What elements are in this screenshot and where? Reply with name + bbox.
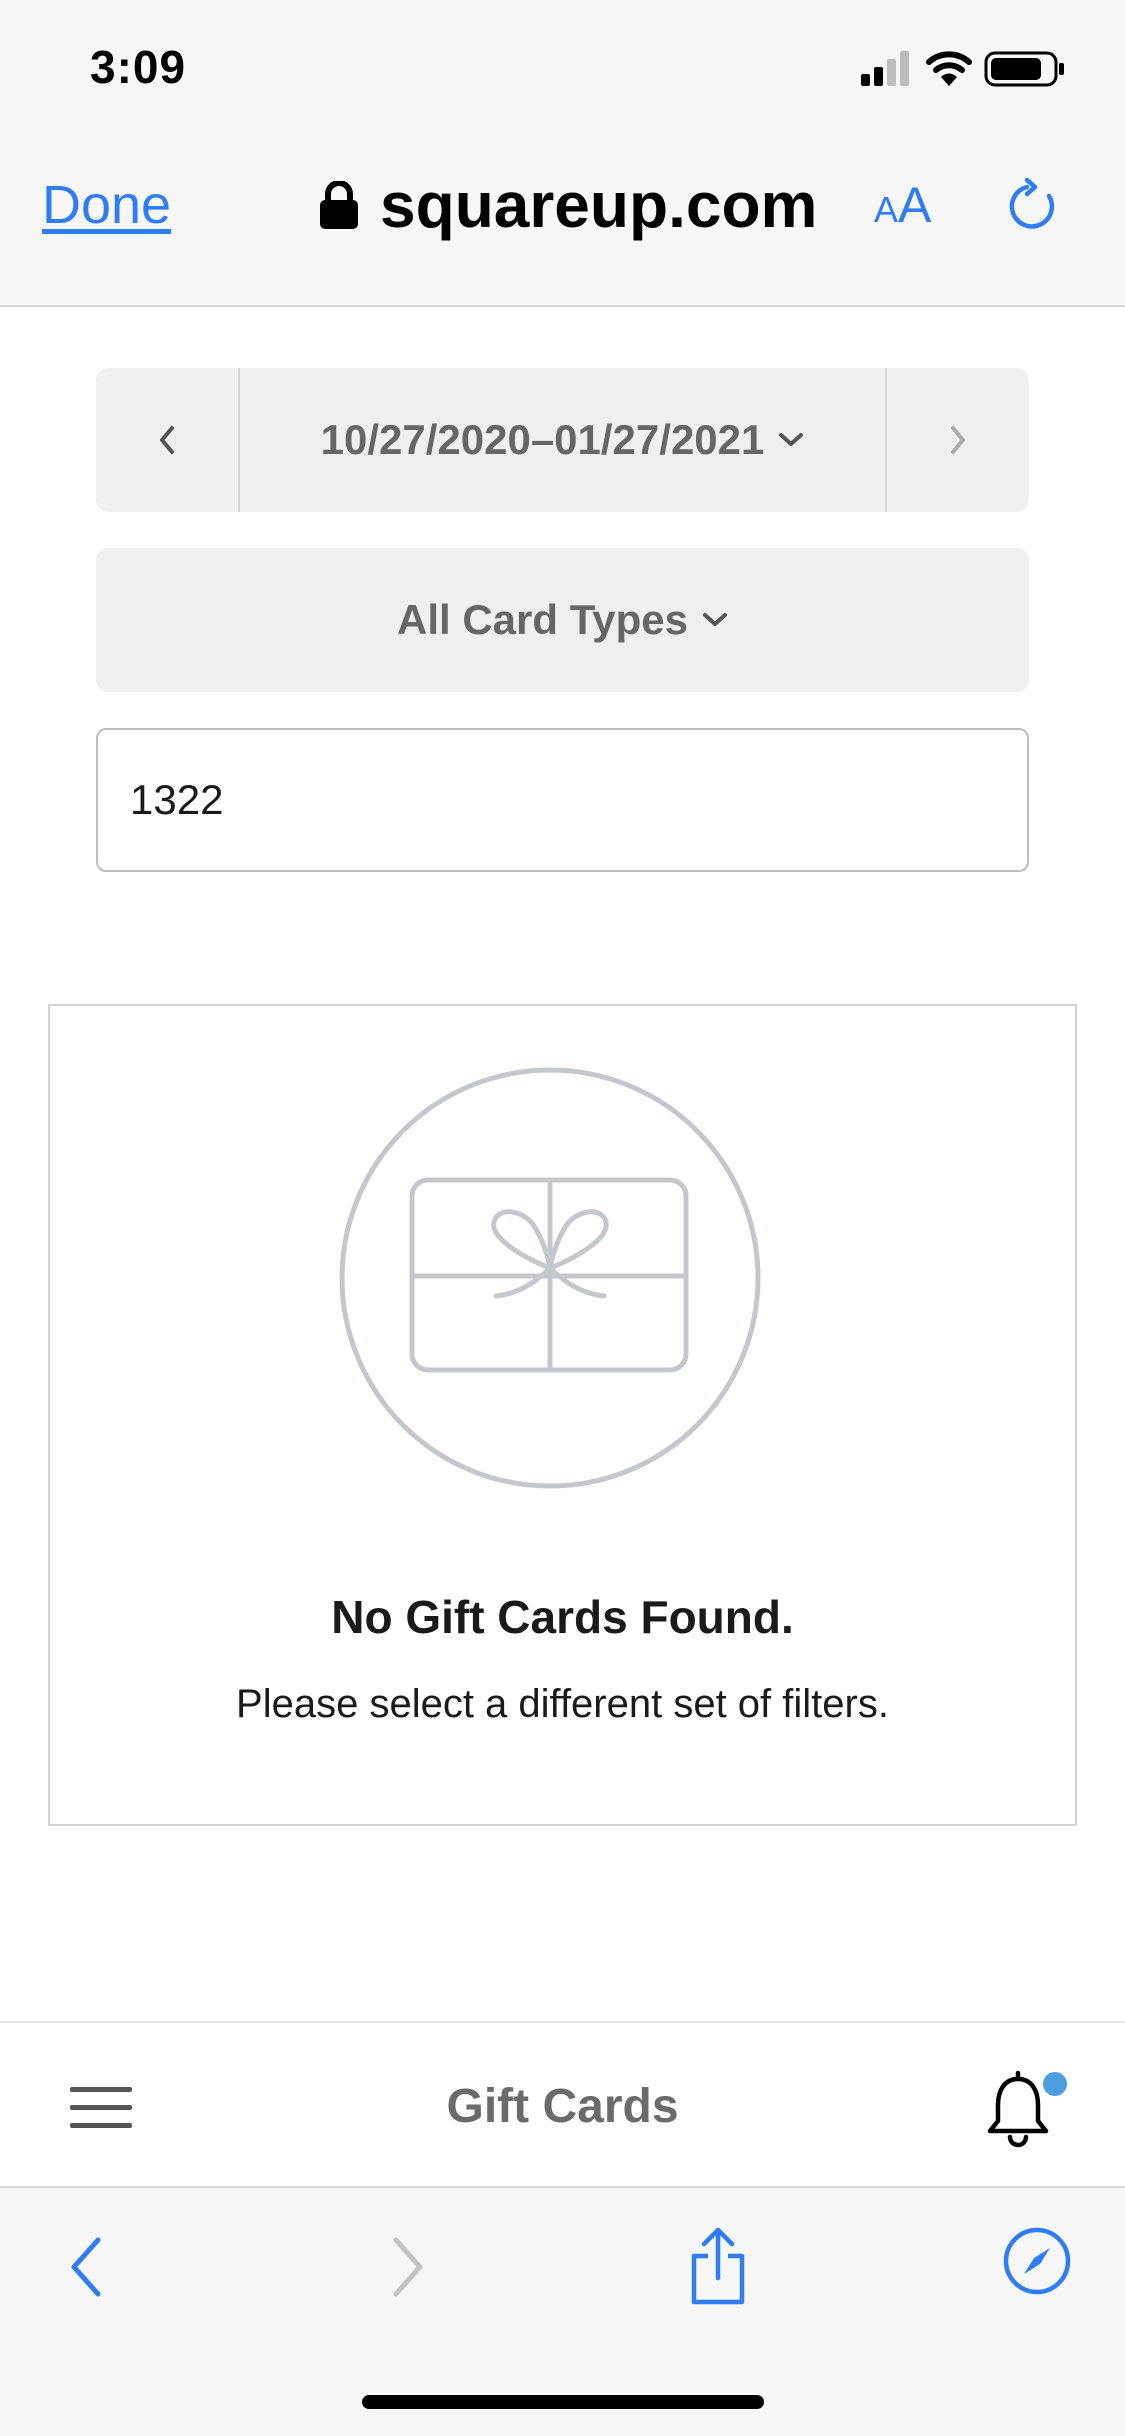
notifications-button[interactable] <box>986 2070 1050 2154</box>
back-arrow-icon <box>71 2237 101 2297</box>
back-button[interactable] <box>64 2232 108 2307</box>
text-size-button[interactable]: AA <box>874 180 931 230</box>
chevron-right-icon <box>951 426 965 454</box>
url-text: squareup.com <box>380 169 818 241</box>
browser-address-bar: Done squareup.com AA <box>0 130 1125 307</box>
bookmarks-button[interactable] <box>1002 2226 1072 2301</box>
status-time: 3:09 <box>90 41 187 93</box>
text-size-small-label: A <box>874 189 899 230</box>
empty-state-title: No Gift Cards Found. <box>331 1591 794 1643</box>
date-range-dropdown[interactable]: 10/27/2020–01/27/2021 <box>238 368 887 512</box>
chevron-down-icon <box>779 433 804 446</box>
status-bar: 3:09 <box>0 0 1125 130</box>
next-date-button[interactable] <box>887 368 1029 512</box>
status-icons <box>861 48 1081 88</box>
bell-icon <box>987 2070 1049 2148</box>
app-title: Gift Cards <box>446 2080 679 2133</box>
lock-icon <box>320 181 358 229</box>
date-range-label: 10/27/2020–01/27/2021 <box>320 416 765 463</box>
url-field[interactable]: squareup.com <box>320 169 818 241</box>
done-button[interactable]: Done <box>42 174 171 236</box>
card-types-dropdown[interactable]: All Card Types <box>96 548 1029 692</box>
chevron-down-icon <box>702 613 727 626</box>
reload-button[interactable] <box>1005 177 1061 239</box>
search-field[interactable] <box>96 728 1029 872</box>
empty-state-panel: No Gift Cards Found. Please select a dif… <box>48 1004 1077 1826</box>
text-size-big-label: A <box>898 177 932 233</box>
search-input[interactable] <box>98 730 1027 870</box>
app-bottom-bar: Gift Cards <box>0 2021 1125 2186</box>
previous-date-button[interactable] <box>96 368 238 512</box>
compass-icon <box>1003 2227 1071 2295</box>
home-indicator <box>362 2395 764 2409</box>
wifi-icon <box>926 51 972 86</box>
gift-card-icon <box>339 1067 761 1489</box>
forward-arrow-icon <box>393 2237 423 2297</box>
chevron-left-icon <box>160 426 174 454</box>
signal-icon <box>861 51 909 86</box>
share-icon <box>691 2227 745 2305</box>
forward-button[interactable] <box>386 2232 430 2307</box>
empty-state-message: Please select a different set of filters… <box>236 1682 889 1726</box>
share-button[interactable] <box>686 2226 750 2311</box>
card-types-label: All Card Types <box>397 596 688 643</box>
notification-badge <box>1043 2072 1067 2096</box>
battery-icon <box>984 51 1064 87</box>
reload-icon <box>1009 177 1055 229</box>
date-range-selector: 10/27/2020–01/27/2021 <box>96 368 1029 512</box>
